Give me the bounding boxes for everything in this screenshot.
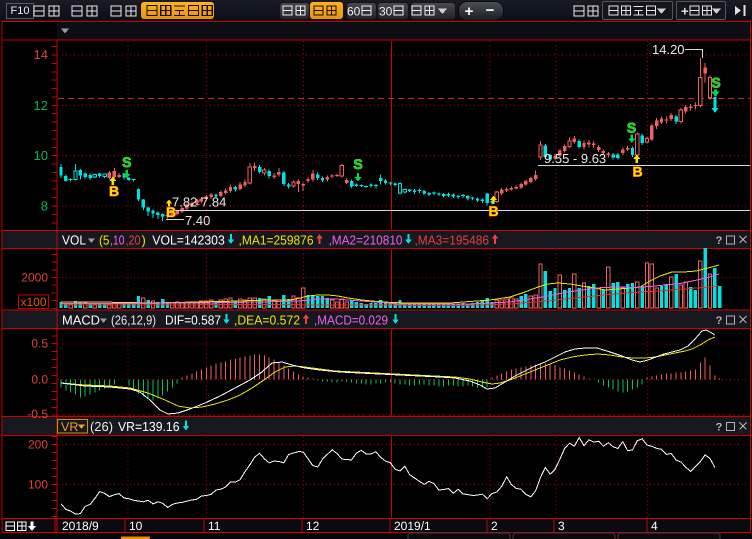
svg-text:2: 2 [491,519,498,533]
svg-text:VR=139.16: VR=139.16 [118,419,180,434]
svg-text:,MACD=0.029: ,MACD=0.029 [314,313,388,328]
svg-text:,MA1=259876: ,MA1=259876 [239,233,314,248]
svg-text:14.20: 14.20 [652,42,685,57]
svg-text:60: 60 [347,5,361,19]
svg-text:10: 10 [129,519,143,533]
svg-text:VOL=142303: VOL=142303 [152,233,225,248]
svg-text:(26,12,9): (26,12,9) [111,313,156,328]
svg-text:2000: 2000 [21,271,48,285]
svg-text:,MA2=210810: ,MA2=210810 [329,233,403,248]
svg-text:B: B [488,203,498,219]
svg-text:S: S [627,120,636,136]
svg-text:,MA3=195486: ,MA3=195486 [415,233,490,248]
svg-text:(5: (5 [99,233,110,248]
svg-text:B: B [109,183,119,199]
svg-text:VOL: VOL [62,233,86,248]
svg-text:x100: x100 [20,295,46,309]
svg-text:12: 12 [34,98,48,113]
svg-text:11: 11 [208,519,221,533]
svg-text:9.55 - 9.63: 9.55 - 9.63 [544,151,606,166]
svg-text:?: ? [716,235,723,247]
svg-text:14: 14 [34,47,48,62]
svg-text:VR: VR [61,420,78,434]
svg-text:,DEA=0.572: ,DEA=0.572 [234,313,300,328]
svg-text:S: S [353,156,362,172]
svg-text:0.0: 0.0 [31,373,48,387]
svg-text:MACD: MACD [62,313,100,328]
svg-text:12: 12 [306,519,320,533]
svg-text:,10: ,10 [110,233,125,248]
svg-text:DIF=0.587: DIF=0.587 [165,313,221,328]
svg-text:200: 200 [28,438,48,452]
svg-text:S: S [122,154,131,170]
svg-text:-0.5: -0.5 [27,407,48,421]
svg-text:4: 4 [651,519,658,533]
svg-text:0.5: 0.5 [31,337,48,351]
svg-text:,20: ,20 [126,233,141,248]
svg-text:B: B [632,164,642,180]
svg-text:100: 100 [28,478,48,492]
svg-text:3: 3 [558,519,565,533]
svg-text:2018/9: 2018/9 [62,519,99,533]
svg-text:B: B [166,204,176,220]
svg-text:): ) [142,233,146,248]
svg-text:10: 10 [34,148,48,163]
svg-text:S: S [711,75,720,91]
svg-text:+: + [681,4,689,19]
svg-text:7.84: 7.84 [201,195,226,210]
svg-text:7.40: 7.40 [185,213,210,228]
svg-text:?: ? [716,422,723,434]
svg-text:?: ? [716,315,723,327]
svg-text:8: 8 [41,199,48,214]
svg-text:30: 30 [379,5,393,19]
svg-text:−: − [486,2,495,19]
svg-text:2019/1: 2019/1 [394,519,431,533]
svg-text:(26): (26) [90,419,113,434]
svg-text:+: + [465,3,474,20]
